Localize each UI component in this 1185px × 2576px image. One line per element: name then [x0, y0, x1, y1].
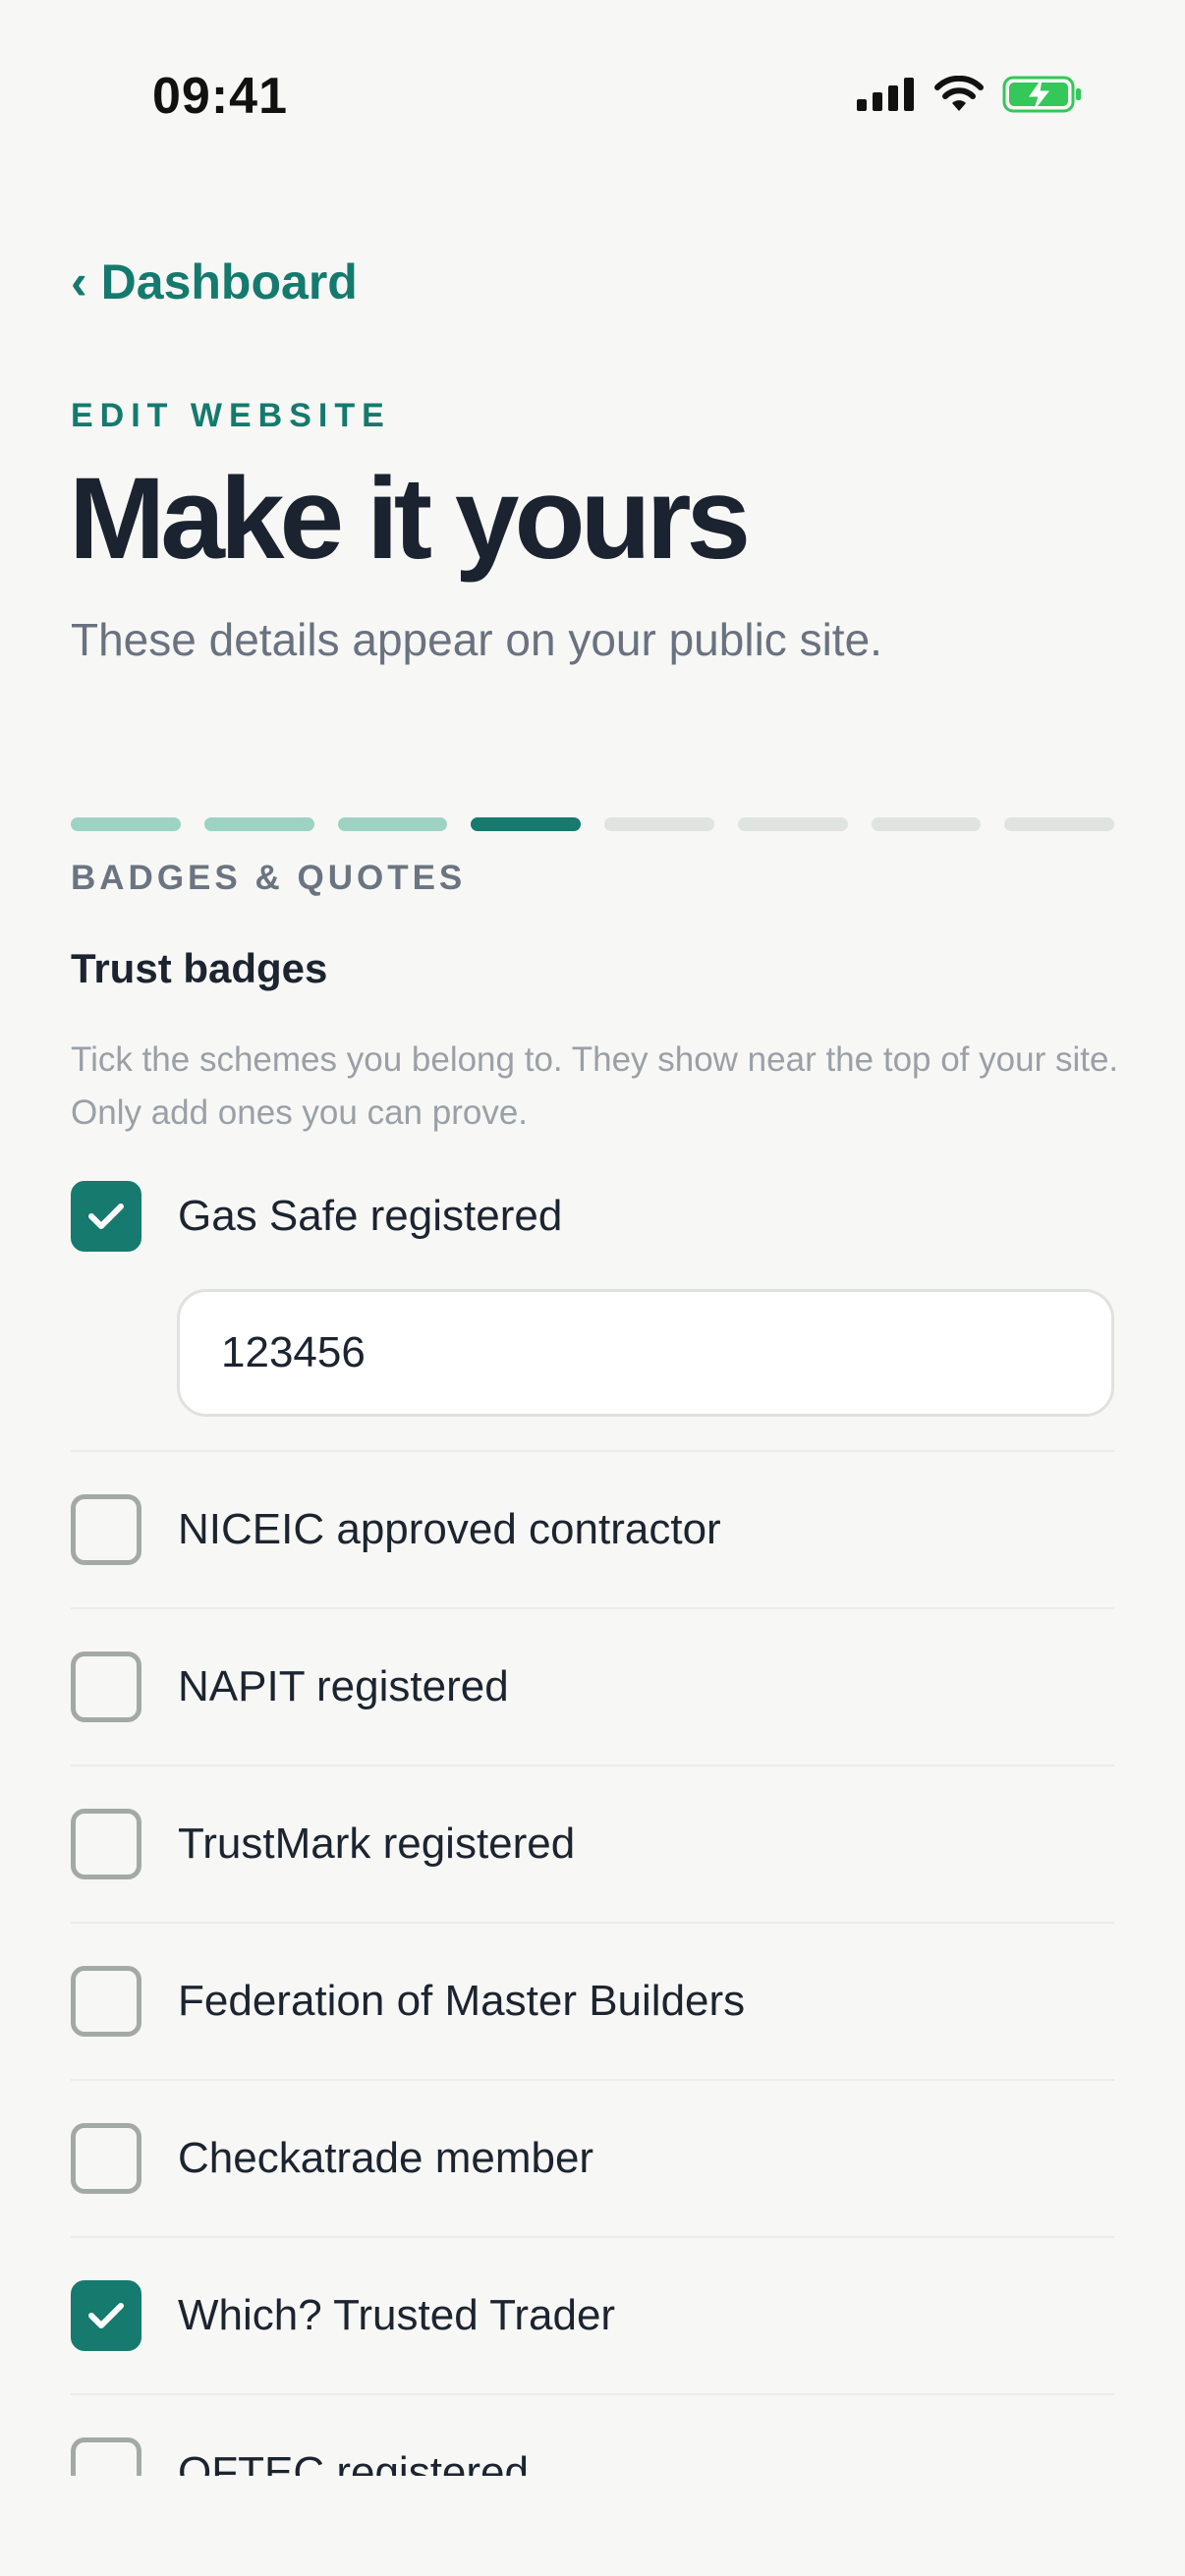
group-title: Trust badges [71, 945, 328, 991]
progress-step-8 [1004, 817, 1114, 831]
badge-label: NICEIC approved contractor [178, 1505, 721, 1553]
section-label: BADGES & QUOTES [71, 859, 467, 897]
badge-item: TrustMark registered [71, 1766, 1114, 1924]
page-title: Make it yours [69, 454, 751, 584]
trust-badges-list: Gas Safe registered NICEIC approved cont… [71, 1179, 1114, 2476]
page-subtitle: These details appear on your public site… [71, 614, 882, 665]
badge-label: Gas Safe registered [178, 1192, 563, 1240]
checkmark-icon [88, 2303, 124, 2328]
badge-item: OFTEC registered [71, 2395, 1114, 2476]
status-time: 09:41 [152, 68, 288, 125]
badge-row[interactable]: Which? Trusted Trader [71, 2238, 1114, 2393]
badge-checkbox[interactable] [71, 2123, 141, 2194]
badge-checkbox[interactable] [71, 2437, 141, 2476]
badge-row[interactable]: TrustMark registered [71, 1766, 1114, 1922]
badge-item: Checkatrade member [71, 2081, 1114, 2238]
help-text: Tick the schemes you belong to. They sho… [71, 1040, 1119, 1132]
progress-step-7 [871, 817, 982, 831]
badge-row[interactable]: NICEIC approved contractor [71, 1452, 1114, 1607]
badge-label: NAPIT registered [178, 1662, 509, 1710]
badge-item: Federation of Master Builders [71, 1924, 1114, 2081]
battery-charging-icon [1002, 76, 1081, 113]
checkmark-icon [88, 1204, 124, 1229]
progress-step-2 [203, 817, 314, 831]
badge-label: Checkatrade member [178, 2134, 594, 2182]
cellular-signal-icon [857, 78, 914, 111]
chevron-left-icon: ‹ [71, 254, 87, 309]
badge-row[interactable]: NAPIT registered [71, 1609, 1114, 1764]
badge-row[interactable]: Federation of Master Builders [71, 1924, 1114, 2079]
badge-row[interactable]: Checkatrade member [71, 2081, 1114, 2236]
badge-checkbox[interactable] [71, 1652, 141, 1722]
back-link-label: Dashboard [100, 254, 358, 309]
badge-checkbox[interactable] [71, 2280, 141, 2351]
badge-label: Which? Trusted Trader [178, 2291, 616, 2339]
badge-checkbox[interactable] [71, 1809, 141, 1879]
badge-checkbox[interactable] [71, 1966, 141, 2037]
wifi-icon [934, 76, 984, 111]
progress-step-3 [337, 817, 448, 831]
badge-item: NICEIC approved contractor [71, 1452, 1114, 1609]
badge-row[interactable]: Gas Safe registered [71, 1179, 1114, 1254]
progress-step-1 [71, 817, 181, 831]
badge-row[interactable]: OFTEC registered [71, 2395, 1114, 2476]
badge-label: Federation of Master Builders [178, 1977, 746, 2025]
status-bar: 09:41 [0, 0, 1185, 196]
badge-checkbox[interactable] [71, 1494, 141, 1565]
badge-checkbox[interactable] [71, 1181, 141, 1252]
gas-safe-number-input[interactable] [177, 1289, 1114, 1417]
page-eyebrow: EDIT WEBSITE [71, 397, 391, 434]
badge-item: Gas Safe registered [71, 1179, 1114, 1452]
step-progress-bar [71, 817, 1114, 831]
back-to-dashboard-link[interactable]: ‹ Dashboard [71, 253, 358, 310]
status-icons [857, 75, 1083, 114]
progress-step-4 [471, 817, 581, 831]
badge-item: NAPIT registered [71, 1609, 1114, 1766]
progress-step-5 [604, 817, 714, 831]
badge-item: Which? Trusted Trader [71, 2238, 1114, 2395]
edit-website-screen: 09:41 ‹ Dashboard EDIT WEBSITE Make it y… [0, 0, 1185, 2576]
badge-label: TrustMark registered [178, 1820, 576, 1868]
badge-label: OFTEC registered [178, 2448, 529, 2476]
progress-step-6 [737, 817, 848, 831]
